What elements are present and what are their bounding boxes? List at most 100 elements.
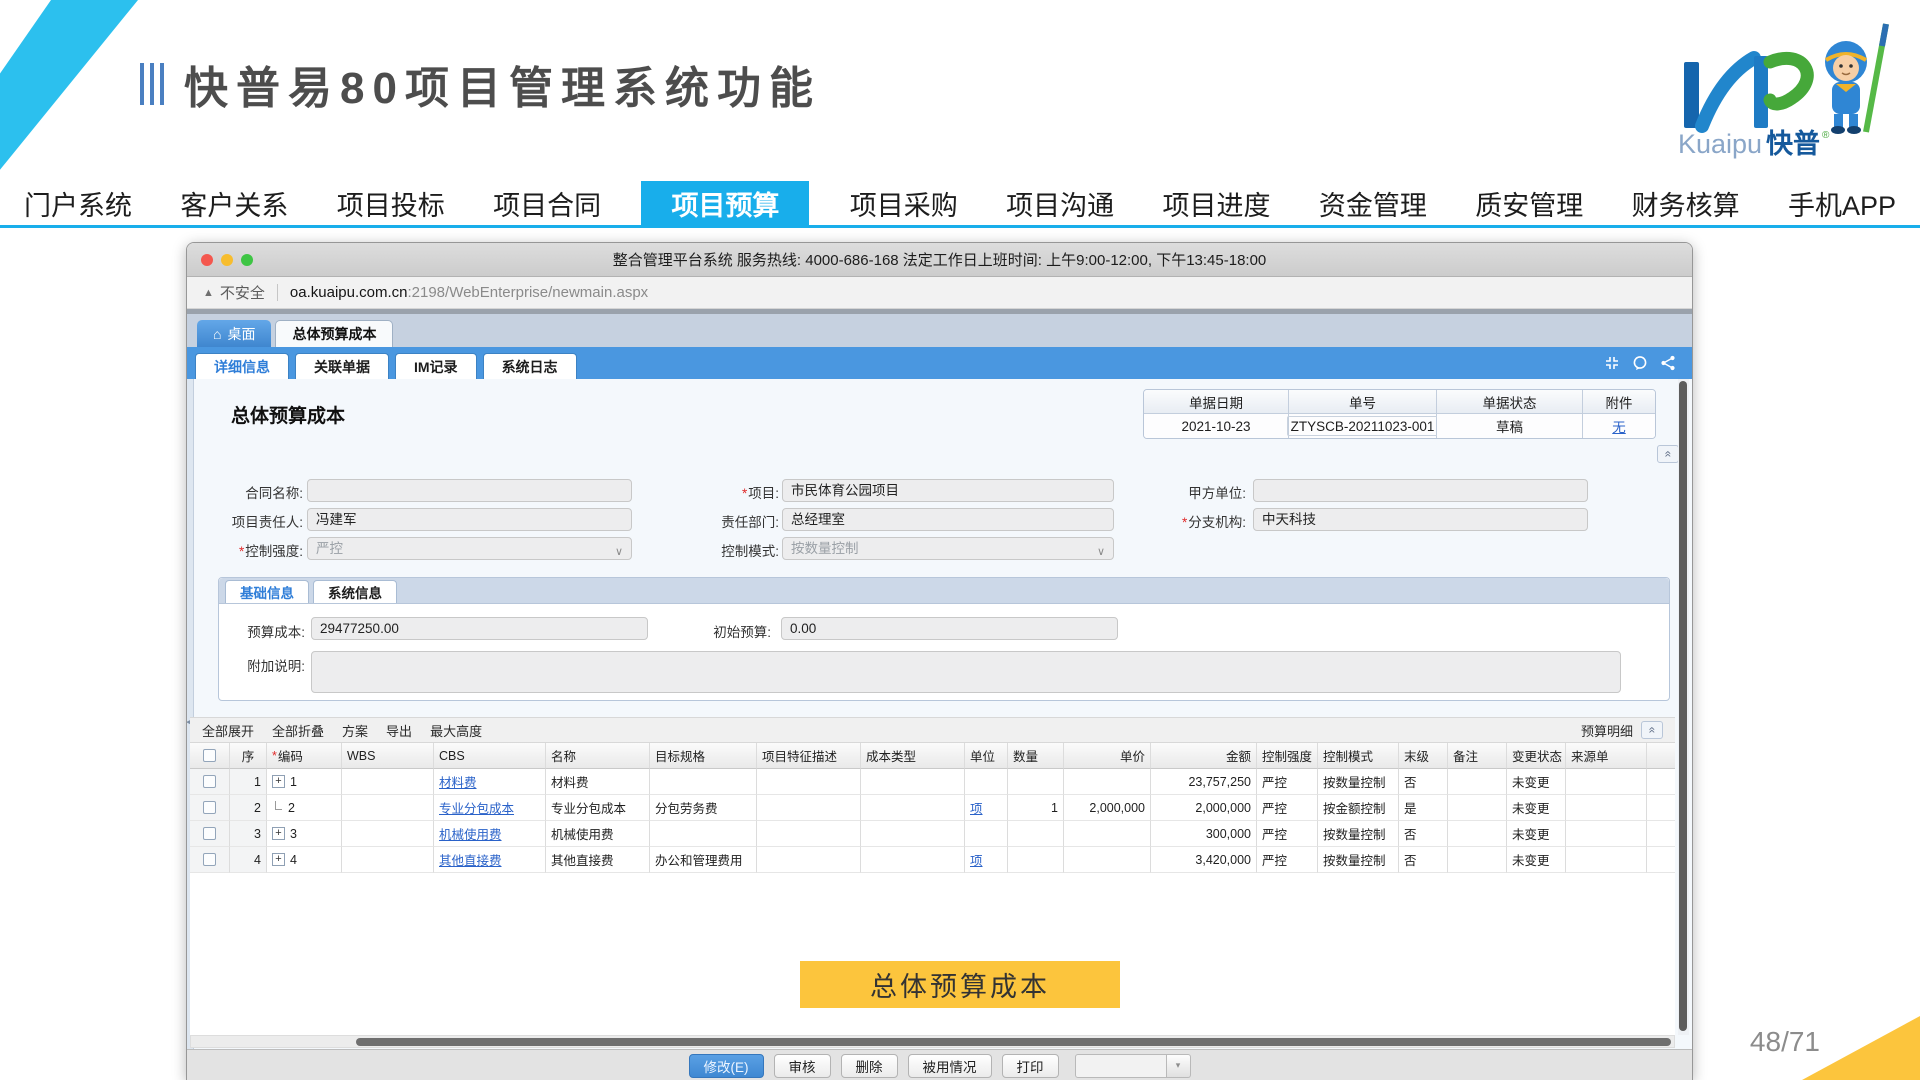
cbs-link[interactable]: 专业分包成本 (439, 798, 514, 817)
message-icon[interactable] (1632, 355, 1648, 371)
security-label[interactable]: 不安全 (220, 282, 265, 303)
nav-item-contract[interactable]: 项目合同 (485, 181, 609, 225)
col-mode[interactable]: 控制模式 (1318, 743, 1399, 769)
col-qty[interactable]: 数量 (1008, 743, 1064, 769)
url-text[interactable]: oa.kuaipu.com.cn:2198/WebEnterprise/newm… (277, 284, 648, 301)
department-field[interactable]: 总经理室 (782, 508, 1114, 531)
share-icon[interactable] (1660, 355, 1676, 371)
edit-button[interactable]: 修改(E) (689, 1054, 764, 1078)
budget-cost-field[interactable]: 29477250.00 (311, 617, 648, 640)
plan-button[interactable]: 方案 (342, 721, 368, 740)
subtab-related-docs[interactable]: 关联单据 (295, 353, 389, 379)
usage-button[interactable]: 被用情况 (908, 1054, 992, 1078)
nav-item-communication[interactable]: 项目沟通 (998, 181, 1122, 225)
col-source[interactable]: 来源单 (1566, 743, 1647, 769)
nav-item-quality[interactable]: 质安管理 (1467, 181, 1591, 225)
control-mode-select[interactable]: 按数量控制∨ (782, 537, 1114, 560)
horizontal-scrollbar-thumb[interactable] (356, 1038, 1671, 1046)
info-value-number: ZTYSCB-20211023-001 (1289, 414, 1437, 438)
col-amount[interactable]: 金额 (1151, 743, 1257, 769)
audit-button[interactable]: 审核 (774, 1054, 831, 1078)
horizontal-scrollbar[interactable] (190, 1035, 1675, 1048)
col-strength[interactable]: 控制强度 (1257, 743, 1318, 769)
delete-button[interactable]: 删除 (841, 1054, 898, 1078)
party-a-label: 甲方单位: (1112, 482, 1246, 502)
cbs-link[interactable]: 机械使用费 (439, 824, 502, 843)
vertical-scrollbar-thumb[interactable] (1679, 381, 1687, 1031)
branch-field[interactable]: 中天科技 (1253, 508, 1588, 531)
row-checkbox[interactable] (203, 775, 216, 788)
close-window-button[interactable] (201, 254, 213, 266)
table-row[interactable]: 3 +3 机械使用费 机械使用费 300,000 严控 按数量控制 否 未变更 (190, 821, 1675, 847)
project-manager-field[interactable]: 冯建军 (307, 508, 632, 531)
col-wbs[interactable]: WBS (342, 743, 434, 769)
nav-item-finance[interactable]: 财务核算 (1624, 181, 1748, 225)
row-checkbox[interactable] (203, 853, 216, 866)
col-seq[interactable]: 序 (230, 743, 267, 769)
maximize-window-button[interactable] (241, 254, 253, 266)
unit-link[interactable]: 项 (970, 798, 983, 817)
table-row[interactable]: 4 +4 其他直接费 其他直接费 办公和管理费用 项 3,420,000 严控 … (190, 847, 1675, 873)
nav-item-funds[interactable]: 资金管理 (1311, 181, 1435, 225)
party-a-field[interactable] (1253, 479, 1588, 502)
nav-item-portal[interactable]: 门户系统 (16, 181, 140, 225)
expand-icon[interactable]: + (272, 775, 285, 788)
dropdown-arrow-icon[interactable]: ▾ (1167, 1054, 1191, 1078)
row-checkbox[interactable] (203, 827, 216, 840)
subtab-system-log[interactable]: 系统日志 (483, 353, 577, 379)
nav-item-mobile-app[interactable]: 手机APP (1780, 181, 1904, 225)
col-spec[interactable]: 目标规格 (650, 743, 757, 769)
row-checkbox[interactable] (203, 801, 216, 814)
expand-icon[interactable]: + (272, 827, 285, 840)
minimize-window-button[interactable] (221, 254, 233, 266)
table-row[interactable]: 2 2 专业分包成本 专业分包成本 分包劳务费 项 1 2,000,000 2,… (190, 795, 1675, 821)
cbs-link[interactable]: 材料费 (439, 772, 477, 791)
subtab-detail-info[interactable]: 详细信息 (195, 353, 289, 379)
expand-all-button[interactable]: 全部展开 (202, 721, 254, 740)
nav-item-progress[interactable]: 项目进度 (1155, 181, 1279, 225)
expand-icon[interactable]: + (272, 853, 285, 866)
select-all-checkbox[interactable] (203, 749, 216, 762)
col-leaf[interactable]: 末级 (1399, 743, 1448, 769)
more-actions-select[interactable]: ▾ (1075, 1054, 1191, 1078)
tab-basic-info[interactable]: 基础信息 (225, 580, 309, 603)
nav-item-bidding[interactable]: 项目投标 (329, 181, 453, 225)
control-strength-select[interactable]: 严控∨ (307, 537, 632, 560)
export-button[interactable]: 导出 (386, 721, 412, 740)
compress-icon[interactable] (1604, 355, 1620, 371)
tab-desktop[interactable]: ⌂ 桌面 (197, 320, 271, 347)
col-change-status[interactable]: 变更状态 (1507, 743, 1566, 769)
callout-label: 总体预算成本 (800, 961, 1120, 1008)
col-cbs[interactable]: CBS (434, 743, 546, 769)
nav-item-procurement[interactable]: 项目采购 (842, 181, 966, 225)
subtab-im-records[interactable]: IM记录 (395, 353, 477, 379)
table-row[interactable]: 1 +1 材料费 材料费 23,757,250 严控 按数量控制 否 未变更 (190, 769, 1675, 795)
collapse-all-button[interactable]: 全部折叠 (272, 721, 324, 740)
nav-item-crm[interactable]: 客户关系 (172, 181, 296, 225)
col-feature[interactable]: 项目特征描述 (757, 743, 861, 769)
cbs-link[interactable]: 其他直接费 (439, 850, 502, 869)
col-note[interactable]: 备注 (1448, 743, 1507, 769)
col-code[interactable]: *编码 (267, 743, 342, 769)
col-unit[interactable]: 单位 (965, 743, 1008, 769)
control-strength-label: *控制强度: (197, 540, 303, 560)
vertical-scrollbar[interactable] (1678, 379, 1689, 1035)
browser-url-bar[interactable]: ▲ 不安全 oa.kuaipu.com.cn:2198/WebEnterpris… (187, 277, 1692, 309)
tab-system-info[interactable]: 系统信息 (313, 580, 397, 603)
col-cost-type[interactable]: 成本类型 (861, 743, 965, 769)
print-button[interactable]: 打印 (1002, 1054, 1059, 1078)
col-name[interactable]: 名称 (546, 743, 650, 769)
note-textarea[interactable] (311, 651, 1621, 693)
unit-link[interactable]: 项 (970, 850, 983, 869)
contract-name-field[interactable] (307, 479, 632, 502)
more-actions-field[interactable] (1075, 1054, 1167, 1078)
nav-item-budget[interactable]: 项目预算 (641, 181, 809, 225)
collapse-grid-button[interactable]: « (1641, 721, 1663, 739)
tab-overall-budget[interactable]: 总体预算成本 (275, 320, 393, 347)
max-height-button[interactable]: 最大高度 (430, 721, 482, 740)
project-field[interactable]: 市民体育公园项目 (782, 479, 1114, 502)
col-price[interactable]: 单价 (1064, 743, 1151, 769)
attachment-link[interactable]: 无 (1612, 416, 1626, 436)
initial-budget-field[interactable]: 0.00 (781, 617, 1118, 640)
collapse-header-button[interactable]: « (1657, 445, 1679, 463)
